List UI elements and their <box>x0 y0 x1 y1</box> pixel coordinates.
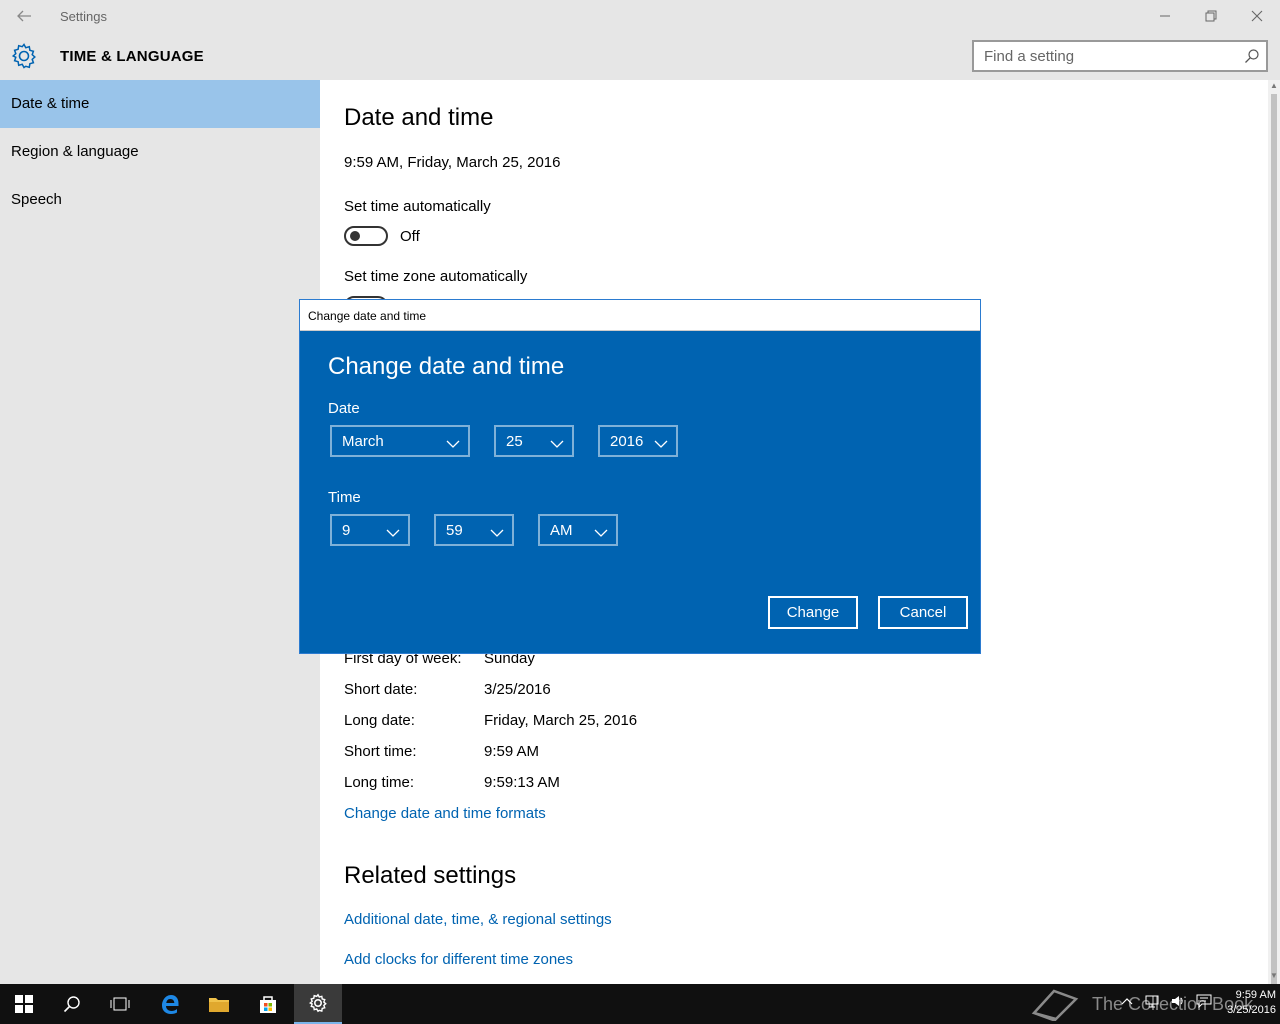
restore-button[interactable] <box>1188 0 1234 32</box>
format-label: Long time: <box>344 774 415 791</box>
edge-icon <box>162 995 179 1014</box>
year-value: 2016 <box>610 433 644 450</box>
search-icon[interactable] <box>1244 48 1260 69</box>
task-view-button[interactable] <box>96 984 144 1024</box>
chevron-down-icon <box>654 436 668 453</box>
system-tray <box>1120 994 1212 1008</box>
action-center-icon[interactable] <box>1196 994 1212 1008</box>
hour-value: 9 <box>342 522 351 539</box>
chevron-down-icon <box>386 525 400 542</box>
settings-header: TIME & LANGUAGE <box>0 32 1280 80</box>
hour-dropdown[interactable]: 9 <box>330 514 410 546</box>
close-button[interactable] <box>1234 0 1280 32</box>
sidebar-item-speech[interactable]: Speech <box>0 176 320 224</box>
format-label: Short date: <box>344 681 418 698</box>
day-dropdown[interactable]: 25 <box>494 425 574 457</box>
folder-icon <box>209 998 229 1012</box>
taskbar: The Collection Book 9:59 AM 3/25/2016 <box>0 984 1280 1024</box>
search-box[interactable] <box>972 40 1268 72</box>
format-value: 9:59 AM <box>484 743 540 760</box>
settings-taskbar-button[interactable] <box>294 984 342 1024</box>
cancel-button[interactable]: Cancel <box>878 596 968 629</box>
page-title: Date and time <box>344 104 494 131</box>
current-datetime: 9:59 AM, Friday, March 25, 2016 <box>344 154 561 171</box>
clock-date: 3/25/2016 <box>1227 1004 1276 1016</box>
dialog-heading: Change date and time <box>328 353 565 380</box>
sidebar-item-date-time[interactable]: Date & time <box>0 80 320 128</box>
edge-button[interactable] <box>146 984 194 1024</box>
format-value: Friday, March 25, 2016 <box>484 712 638 729</box>
chevron-up-icon[interactable] <box>1120 994 1134 1008</box>
store-icon <box>260 996 276 1013</box>
search-icon <box>63 996 80 1013</box>
vertical-scrollbar[interactable]: ▲ ▼ <box>1268 80 1280 1010</box>
change-formats-link[interactable]: Change date and time formats <box>344 805 546 822</box>
back-arrow-icon[interactable] <box>14 6 34 26</box>
file-explorer-button[interactable] <box>195 984 243 1024</box>
additional-settings-link[interactable]: Additional date, time, & regional settin… <box>344 911 612 928</box>
ampm-value: AM <box>550 522 573 539</box>
year-dropdown[interactable]: 2016 <box>598 425 678 457</box>
sidebar: Date & time Region & language Speech <box>0 80 320 984</box>
gear-icon <box>10 42 38 70</box>
related-settings-title: Related settings <box>344 862 517 889</box>
scrollbar-thumb[interactable] <box>1271 94 1277 1010</box>
clock-time: 9:59 AM <box>1235 989 1276 1001</box>
volume-icon[interactable] <box>1170 994 1186 1008</box>
chevron-down-icon <box>490 525 504 542</box>
title-bar: Settings <box>0 0 1280 32</box>
month-dropdown[interactable]: March <box>330 425 470 457</box>
window-title: Settings <box>60 9 107 24</box>
chevron-down-icon <box>594 525 608 542</box>
add-clocks-link[interactable]: Add clocks for different time zones <box>344 951 573 968</box>
task-view-icon <box>110 997 130 1011</box>
gear-icon <box>309 993 327 1013</box>
format-label: Long date: <box>344 712 415 729</box>
set-time-auto-label: Set time automatically <box>344 198 491 215</box>
scroll-up-icon[interactable]: ▲ <box>1268 80 1280 92</box>
format-value: 9:59:13 AM <box>484 774 560 791</box>
scroll-down-icon[interactable]: ▼ <box>1268 970 1280 982</box>
start-button[interactable] <box>0 984 48 1024</box>
taskbar-clock[interactable]: 9:59 AM 3/25/2016 <box>1212 988 1276 1018</box>
restore-icon <box>1205 10 1217 22</box>
book-icon <box>1031 989 1079 1021</box>
day-value: 25 <box>506 433 523 450</box>
date-label: Date <box>328 400 360 417</box>
change-button[interactable]: Change <box>768 596 858 629</box>
dialog-title-bar: Change date and time <box>300 300 980 331</box>
change-datetime-dialog: Change date and time Change date and tim… <box>299 299 981 654</box>
set-tz-auto-label: Set time zone automatically <box>344 268 528 285</box>
toggle-knob <box>350 231 360 241</box>
set-time-auto-toggle[interactable] <box>344 226 388 246</box>
dialog-window-title: Change date and time <box>308 309 427 323</box>
chevron-down-icon <box>446 436 460 453</box>
network-icon[interactable] <box>1144 994 1160 1008</box>
chevron-down-icon <box>550 436 564 453</box>
minimize-icon <box>1160 15 1170 17</box>
minute-value: 59 <box>446 522 463 539</box>
taskbar-search-button[interactable] <box>48 984 96 1024</box>
search-input[interactable] <box>974 42 1224 70</box>
close-icon <box>1251 10 1263 22</box>
minute-dropdown[interactable]: 59 <box>434 514 514 546</box>
format-label: Short time: <box>344 743 417 760</box>
month-value: March <box>342 433 384 450</box>
format-value: 3/25/2016 <box>484 681 551 698</box>
set-time-auto-state: Off <box>400 228 420 245</box>
ampm-dropdown[interactable]: AM <box>538 514 618 546</box>
store-button[interactable] <box>244 984 292 1024</box>
sidebar-item-region-language[interactable]: Region & language <box>0 128 320 176</box>
windows-logo-icon <box>15 995 33 1013</box>
minimize-button[interactable] <box>1142 0 1188 32</box>
section-title: TIME & LANGUAGE <box>60 48 204 65</box>
time-label: Time <box>328 489 361 506</box>
